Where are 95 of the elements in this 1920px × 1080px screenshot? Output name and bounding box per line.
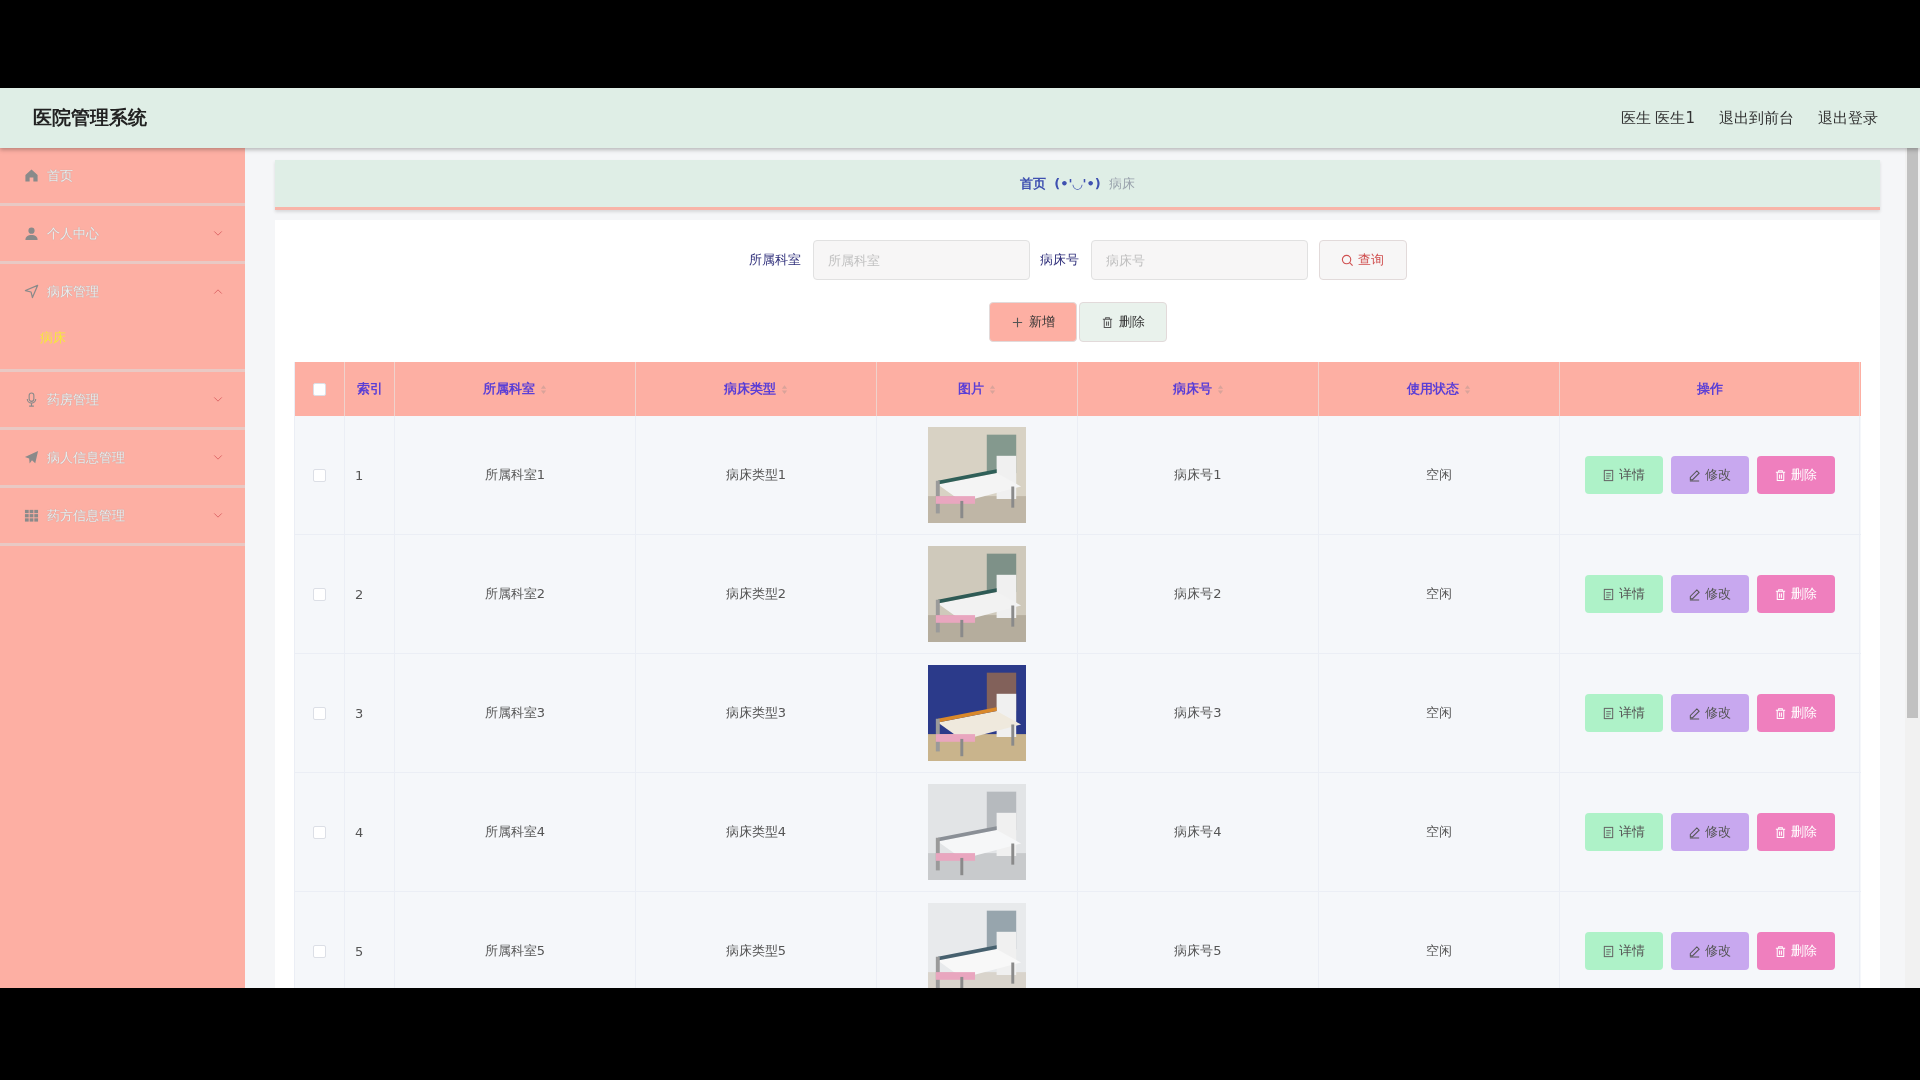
search-icon <box>1341 253 1354 267</box>
sort-icon[interactable] <box>1216 383 1224 395</box>
table-cell: 4 <box>355 824 364 840</box>
table-cell: 2 <box>355 586 364 602</box>
table-cell: 病床类型3 <box>725 704 787 722</box>
search-button[interactable]: 查询 <box>1318 240 1407 280</box>
table-cell: 病床类型2 <box>725 585 787 603</box>
breadcrumb-separator: (•'◡'•) <box>1054 176 1101 191</box>
edit-button[interactable]: 修改 <box>1670 575 1749 613</box>
column-header: 使用状态 <box>1407 380 1459 398</box>
paper-plane-icon <box>24 450 39 465</box>
grid-icon <box>24 508 39 523</box>
breadcrumb-current: 病床 <box>1108 174 1135 193</box>
document-icon <box>1602 944 1615 958</box>
sort-icon[interactable] <box>1464 383 1471 395</box>
row-checkbox[interactable] <box>313 706 326 720</box>
table-cell: 病床号4 <box>1174 823 1222 841</box>
table-cell: 病床类型5 <box>725 942 787 960</box>
delete-button[interactable]: 删除 <box>1078 302 1167 342</box>
pencil-icon <box>1688 825 1701 839</box>
column-header: 图片 <box>958 380 984 398</box>
document-icon <box>1602 825 1615 839</box>
column-header: 病床类型 <box>724 380 776 398</box>
table-cell: 病床号2 <box>1174 585 1222 603</box>
edit-button[interactable]: 修改 <box>1670 932 1749 970</box>
table-cell: 空闲 <box>1426 466 1452 484</box>
sort-icon[interactable] <box>540 383 547 395</box>
table-cell: 所属科室3 <box>484 704 546 722</box>
home-icon <box>24 168 39 183</box>
row-checkbox[interactable] <box>313 944 326 958</box>
table-cell: 空闲 <box>1426 942 1452 960</box>
table-cell: 病床类型4 <box>725 823 787 841</box>
row-checkbox[interactable] <box>313 825 326 839</box>
header-link[interactable]: 医生 医生1 <box>1620 108 1695 128</box>
detail-button[interactable]: 详情 <box>1584 575 1663 613</box>
table-cell: 病床号3 <box>1174 704 1222 722</box>
table-cell: 病床类型1 <box>725 466 787 484</box>
table-cell: 5 <box>355 943 364 959</box>
delete-button[interactable]: 删除 <box>1756 575 1835 613</box>
table-cell: 所属科室4 <box>484 823 546 841</box>
plus-icon <box>1010 315 1024 329</box>
table-cell: 空闲 <box>1426 704 1452 722</box>
header-link[interactable]: 退出到前台 <box>1719 108 1794 128</box>
edit-button[interactable]: 修改 <box>1670 694 1749 732</box>
document-icon <box>1602 468 1615 482</box>
delete-button[interactable]: 删除 <box>1756 456 1835 494</box>
row-checkbox[interactable] <box>313 587 326 601</box>
field-label: 所属科室 <box>748 251 801 269</box>
table-cell: 3 <box>355 705 364 721</box>
table-cell: 空闲 <box>1426 823 1452 841</box>
detail-button[interactable]: 详情 <box>1584 694 1663 732</box>
select-all-checkbox[interactable] <box>313 382 326 396</box>
edit-button[interactable]: 修改 <box>1670 456 1749 494</box>
pencil-icon <box>1688 706 1701 720</box>
delete-button[interactable]: 删除 <box>1756 694 1835 732</box>
column-header: 索引 <box>356 380 383 398</box>
table-cell: 所属科室1 <box>484 466 546 484</box>
edit-button[interactable]: 修改 <box>1670 813 1749 851</box>
pencil-icon <box>1688 587 1701 601</box>
detail-button[interactable]: 详情 <box>1584 813 1663 851</box>
column-header: 所属科室 <box>483 380 535 398</box>
column-header: 病床号 <box>1172 380 1212 398</box>
navigation-icon <box>24 284 39 299</box>
trash-icon <box>1774 944 1787 958</box>
trash-icon <box>1100 315 1114 329</box>
document-icon <box>1602 706 1615 720</box>
column-header: 操作 <box>1696 380 1723 398</box>
table-cell: 病床号1 <box>1174 466 1222 484</box>
add-button[interactable]: 新增 <box>988 302 1077 342</box>
user-icon <box>24 226 39 241</box>
trash-icon <box>1774 468 1787 482</box>
trash-icon <box>1774 825 1787 839</box>
detail-button[interactable]: 详情 <box>1584 932 1663 970</box>
field-label: 病床号 <box>1039 251 1079 269</box>
trash-icon <box>1774 706 1787 720</box>
microphone-icon <box>24 392 39 407</box>
pencil-icon <box>1688 944 1701 958</box>
table-cell: 所属科室2 <box>484 585 546 603</box>
document-icon <box>1602 587 1615 601</box>
trash-icon <box>1774 587 1787 601</box>
scrollbar[interactable] <box>1905 148 1920 988</box>
detail-button[interactable]: 详情 <box>1584 456 1663 494</box>
pencil-icon <box>1688 468 1701 482</box>
table-cell: 病床号5 <box>1174 942 1222 960</box>
sort-icon[interactable] <box>989 383 996 395</box>
table-cell: 空闲 <box>1426 585 1452 603</box>
table-cell: 所属科室5 <box>484 942 546 960</box>
sort-icon[interactable] <box>781 383 788 395</box>
delete-button[interactable]: 删除 <box>1756 813 1835 851</box>
breadcrumb-link[interactable]: 首页 <box>1020 174 1047 193</box>
delete-button[interactable]: 删除 <box>1756 932 1835 970</box>
table-cell: 1 <box>355 467 364 483</box>
app-title: 医院管理系统 <box>33 105 147 130</box>
row-checkbox[interactable] <box>313 468 326 482</box>
header-link[interactable]: 退出登录 <box>1818 108 1878 128</box>
